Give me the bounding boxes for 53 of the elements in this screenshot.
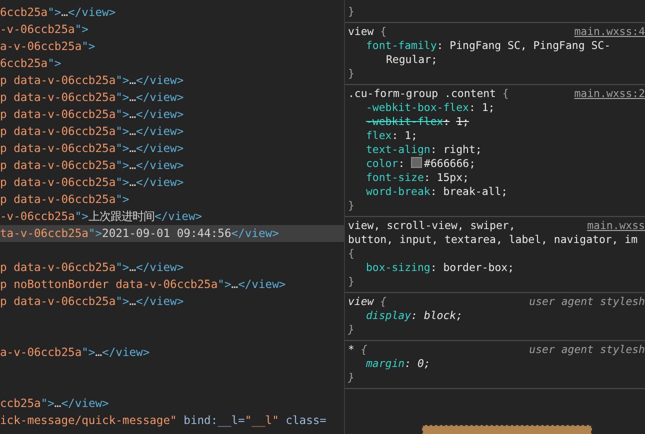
css-property[interactable]: flex: 1;: [348, 129, 645, 143]
dom-node-line[interactable]: ccb25a">…</view>: [0, 395, 344, 412]
opening-brace: {: [360, 343, 368, 357]
source-link[interactable]: main.wxss: [587, 219, 645, 233]
dom-node-line[interactable]: 6ccb25a">…</view>: [0, 4, 344, 21]
opening-brace: {: [348, 247, 354, 261]
stylesheet-origin: user agent stylesh: [529, 343, 645, 357]
stylesheet-origin: user agent stylesh: [529, 295, 645, 309]
dom-node-line[interactable]: p data-v-06ccb25a">…</view>: [0, 157, 344, 174]
closing-brace: }: [348, 275, 354, 289]
opening-brace: {: [380, 25, 387, 39]
css-property[interactable]: margin: 0;: [348, 357, 645, 371]
opening-brace: {: [502, 87, 509, 101]
dom-node-line[interactable]: p noBottonBorder data-v-06ccb25a">…</view>: [0, 276, 344, 293]
css-property[interactable]: color: #666666;: [348, 157, 645, 171]
dom-node-line[interactable]: p data-v-06ccb25a">…</view>: [0, 259, 344, 276]
dom-node-line[interactable]: p data-v-06ccb25a">…</view>: [0, 106, 344, 123]
source-link[interactable]: main.wxss:4: [574, 25, 645, 39]
dom-node-line[interactable]: p data-v-06ccb25a">…</view>: [0, 72, 344, 89]
dom-node-line[interactable]: ick-message/quick-message" bind:__l="__l" class=: [0, 412, 344, 429]
opening-brace: {: [380, 295, 387, 309]
css-property[interactable]: word-break: break-all;: [348, 185, 645, 199]
css-property[interactable]: font-family: PingFang SC, PingFang SC- Regular;: [348, 39, 645, 67]
css-property[interactable]: -webkit-flex: 1;: [348, 115, 645, 129]
css-selector: .cu-form-group .content: [348, 87, 496, 101]
closing-brace: }: [348, 199, 354, 213]
closing-brace: }: [348, 323, 354, 337]
closing-brace: }: [348, 371, 354, 385]
css-property[interactable]: display: block;: [348, 309, 645, 323]
css-selector: view: [348, 25, 374, 39]
dom-node-line[interactable]: p data-v-06ccb25a">…</view>: [0, 123, 344, 140]
dom-node-line[interactable]: -v-06ccb25a">: [0, 21, 344, 38]
css-selector: view: [348, 295, 374, 309]
css-selector: view, scroll-view, swiper,: [348, 219, 516, 233]
dom-node-line[interactable]: p data-v-06ccb25a">: [0, 191, 344, 208]
css-property[interactable]: box-sizing: border-box;: [348, 261, 645, 275]
dom-node-line[interactable]: p data-v-06ccb25a">…</view>: [0, 89, 344, 106]
color-swatch[interactable]: [411, 157, 422, 168]
closing-brace: }: [348, 5, 354, 18]
dom-node-line[interactable]: 6ccb25a">: [0, 55, 344, 72]
css-selector: *: [348, 343, 354, 357]
dom-node-line[interactable]: p data-v-06ccb25a">…</view>: [0, 293, 344, 310]
source-link[interactable]: main.wxss:2: [574, 87, 645, 101]
dom-node-line[interactable]: a-v-06ccb25a">…</view>: [0, 344, 344, 361]
css-selector: button, input, textarea, label, navigator, im: [348, 233, 638, 247]
css-property[interactable]: -webkit-box-flex: 1;: [348, 101, 645, 115]
dom-node-line[interactable]: p data-v-06ccb25a">…</view>: [0, 174, 344, 191]
dom-node-line[interactable]: a-v-06ccb25a">: [0, 38, 344, 55]
css-property[interactable]: text-align: right;: [348, 143, 645, 157]
css-property[interactable]: font-size: 15px;: [348, 171, 645, 185]
dom-node-line[interactable]: -v-06ccb25a">上次跟进时间</view>: [0, 208, 344, 225]
dom-node-line[interactable]: p data-v-06ccb25a">…</view>: [0, 140, 344, 157]
closing-brace: }: [348, 67, 354, 81]
